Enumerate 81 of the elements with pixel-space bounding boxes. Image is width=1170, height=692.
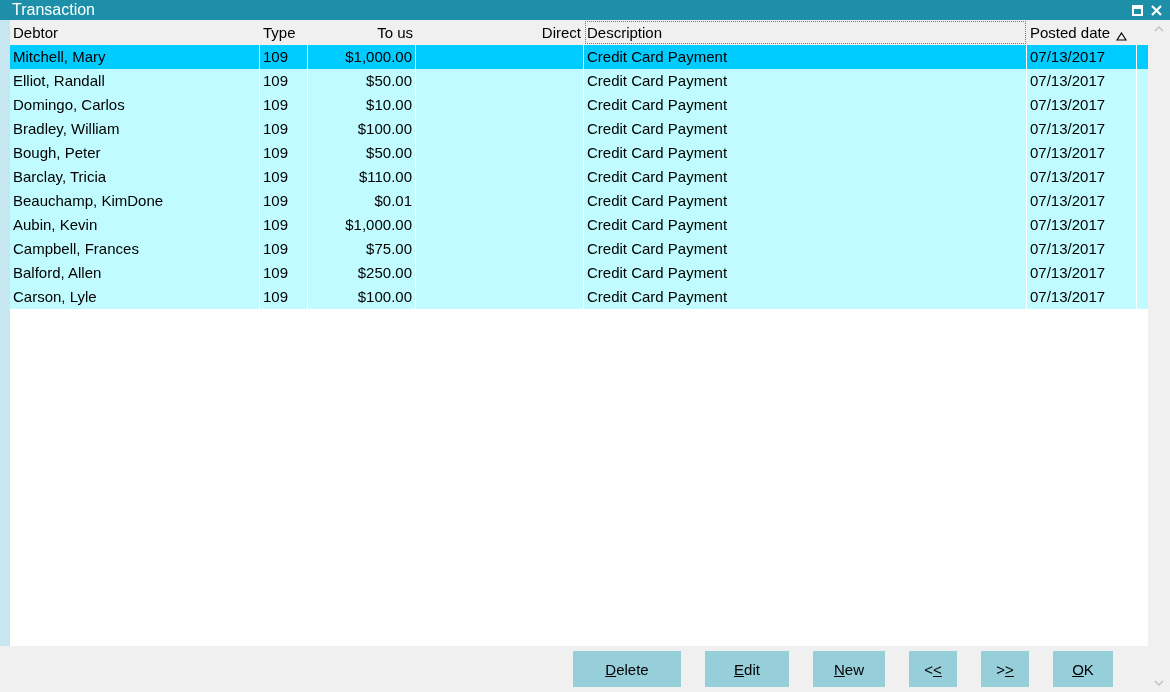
table-cell: Bough, Peter xyxy=(13,144,101,161)
column-header[interactable]: Posted date xyxy=(1027,20,1137,45)
table-cell: 109 xyxy=(263,288,289,305)
table-row[interactable]: Campbell, Frances 109 $75.00 Credit Card Payment 07/13/2017 xyxy=(10,237,1148,261)
table-cell: 109 xyxy=(263,120,289,137)
table-cell: Barclay, Tricia xyxy=(13,168,107,185)
table-cell: 109 xyxy=(263,264,289,281)
table-cell: Credit Card Payment xyxy=(587,288,728,305)
table-cell: 07/13/2017 xyxy=(1030,120,1106,137)
table-row[interactable]: Bough, Peter 109 $50.00 Credit Card Payment 07/13/2017 xyxy=(10,141,1148,165)
table-cell: Aubin, Kevin xyxy=(13,216,98,233)
action-button[interactable]: >> xyxy=(981,651,1029,687)
table-cell: 07/13/2017 xyxy=(1030,240,1106,257)
table-cell: $10.00 xyxy=(366,96,412,113)
table-cell: Campbell, Frances xyxy=(13,240,139,257)
maximize-icon[interactable] xyxy=(1132,4,1143,16)
table-cell: Credit Card Payment xyxy=(587,264,728,281)
table-row[interactable]: Barclay, Tricia 109 $110.00 Credit Card Payment 07/13/2017 xyxy=(10,165,1148,189)
table-cell: 109 xyxy=(263,144,289,161)
table-row[interactable]: Mitchell, Mary 109 $1,000.00 Credit Card Payment 07/13/2017 xyxy=(10,45,1148,69)
table-cell: 07/13/2017 xyxy=(1030,192,1106,209)
close-icon[interactable] xyxy=(1151,4,1162,16)
table-cell: $75.00 xyxy=(366,240,412,257)
table-cell: 109 xyxy=(263,168,289,185)
table-cell: $0.01 xyxy=(374,192,412,209)
table-cell: Domingo, Carlos xyxy=(13,96,125,113)
table-cell: 07/13/2017 xyxy=(1030,264,1106,281)
table-cell: 109 xyxy=(263,216,289,233)
column-header[interactable]: To us xyxy=(308,20,416,45)
window-title: Transaction xyxy=(12,1,96,19)
table-cell: 109 xyxy=(263,192,289,209)
action-button[interactable]: Edit xyxy=(705,651,789,687)
column-header[interactable]: Description xyxy=(584,20,1027,45)
table-cell: Credit Card Payment xyxy=(587,144,728,161)
table-cell: Bradley, William xyxy=(13,120,120,137)
table-cell: 109 xyxy=(263,96,289,113)
table-cell: 07/13/2017 xyxy=(1030,96,1106,113)
table-cell: 07/13/2017 xyxy=(1030,144,1106,161)
column-header[interactable]: Direct xyxy=(416,20,584,45)
table-cell: Credit Card Payment xyxy=(587,120,728,137)
table-cell: Beauchamp, KimDone xyxy=(13,192,164,209)
column-header[interactable]: Debtor xyxy=(10,20,260,45)
table-cell: 109 xyxy=(263,48,289,65)
action-button[interactable]: OK xyxy=(1053,651,1113,687)
table-cell: $1,000.00 xyxy=(345,48,412,65)
table-cell: Credit Card Payment xyxy=(587,48,728,65)
table-row[interactable]: Elliot, Randall 109 $50.00 Credit Card Payment 07/13/2017 xyxy=(10,69,1148,93)
table-cell: 109 xyxy=(263,240,289,257)
table-cell: 07/13/2017 xyxy=(1030,48,1106,65)
table-cell: $50.00 xyxy=(366,144,412,161)
table-cell: $100.00 xyxy=(357,120,412,137)
table-cell: 07/13/2017 xyxy=(1030,72,1106,89)
table-cell: Credit Card Payment xyxy=(587,72,728,89)
table-cell: 109 xyxy=(263,72,289,89)
table-cell: $250.00 xyxy=(357,264,412,281)
table-row[interactable]: Aubin, Kevin 109 $1,000.00 Credit Card Payment 07/13/2017 xyxy=(10,213,1148,237)
table-cell: Credit Card Payment xyxy=(587,192,728,209)
table-row[interactable]: Bradley, William 109 $100.00 Credit Card Payment 07/13/2017 xyxy=(10,117,1148,141)
table-row[interactable]: Beauchamp, KimDone 109 $0.01 Credit Card Payment 07/13/2017 xyxy=(10,189,1148,213)
table-row[interactable]: Domingo, Carlos 109 $10.00 Credit Card Payment 07/13/2017 xyxy=(10,93,1148,117)
table-cell: Credit Card Payment xyxy=(587,216,728,233)
table-cell: Carson, Lyle xyxy=(13,288,97,305)
action-button[interactable]: << xyxy=(909,651,957,687)
table-cell: $110.00 xyxy=(358,168,412,185)
action-button[interactable]: Delete xyxy=(573,651,681,687)
table-cell: 07/13/2017 xyxy=(1030,168,1106,185)
table-cell: Credit Card Payment xyxy=(587,96,728,113)
table-cell: Credit Card Payment xyxy=(587,168,728,185)
table-row[interactable]: Balford, Allen 109 $250.00 Credit Card Payment 07/13/2017 xyxy=(10,261,1148,285)
table-cell: Mitchell, Mary xyxy=(13,48,106,65)
table-cell: 07/13/2017 xyxy=(1030,288,1106,305)
action-button[interactable]: New xyxy=(813,651,885,687)
table-cell: 07/13/2017 xyxy=(1030,216,1106,233)
table-cell: $50.00 xyxy=(366,72,412,89)
table-cell: $1,000.00 xyxy=(345,216,412,233)
table-cell: Credit Card Payment xyxy=(587,240,728,257)
table-cell: $100.00 xyxy=(357,288,412,305)
table-cell: Balford, Allen xyxy=(13,264,102,281)
table-cell: Elliot, Randall xyxy=(13,72,105,89)
table-row[interactable]: Carson, Lyle 109 $100.00 Credit Card Payment 07/13/2017 xyxy=(10,285,1148,309)
column-header[interactable]: Type xyxy=(260,20,308,45)
